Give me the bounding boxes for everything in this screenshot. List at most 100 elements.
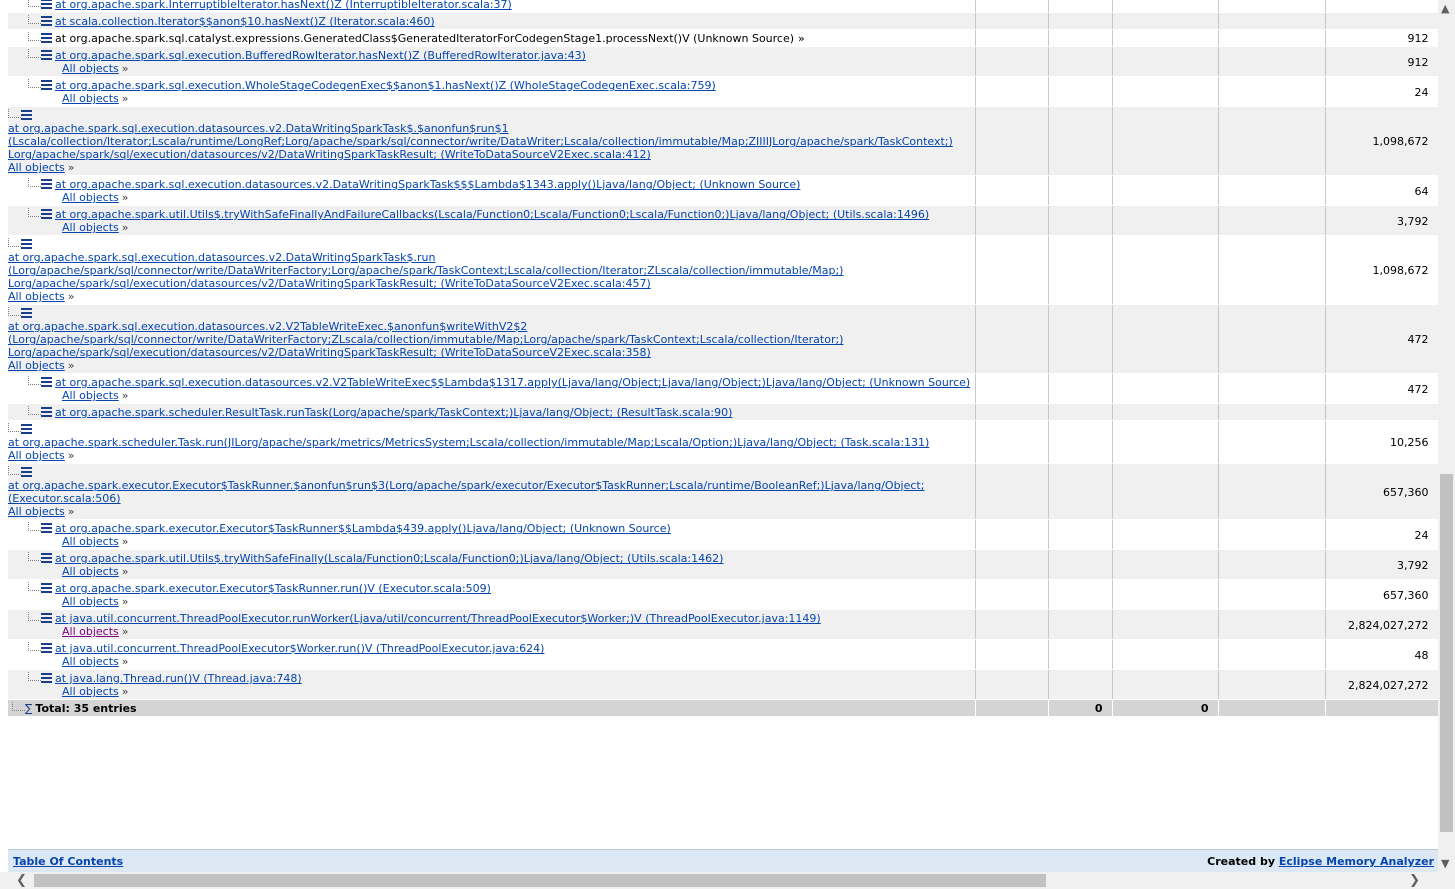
all-objects-link[interactable]: All objects <box>62 92 119 105</box>
stack-frame-link[interactable]: at java.lang.Thread.run()V (Thread.java:… <box>55 672 302 685</box>
stack-frame-link[interactable]: at java.util.concurrent.ThreadPoolExecut… <box>55 642 544 655</box>
all-objects-arrow[interactable]: » <box>68 505 75 518</box>
vertical-scroll-thumb[interactable] <box>1440 474 1453 832</box>
all-objects-arrow[interactable]: » <box>122 625 129 638</box>
stack-frame-link[interactable]: at org.apache.spark.sql.execution.dataso… <box>8 251 435 264</box>
all-objects-link[interactable]: All objects <box>62 62 119 75</box>
all-objects-arrow[interactable]: » <box>122 62 129 75</box>
stack-frame-icon[interactable] <box>21 424 32 434</box>
tree-branch <box>8 466 21 475</box>
retained-value-cell: 1,098,672 <box>1325 106 1438 176</box>
stack-frame-icon[interactable] <box>41 377 52 387</box>
stack-frame-icon[interactable] <box>41 16 52 26</box>
stack-frame-icon[interactable] <box>41 583 52 593</box>
stack-frame-link[interactable]: at org.apache.spark.sql.execution.dataso… <box>55 178 800 191</box>
scroll-right-icon[interactable]: ❯ <box>1409 873 1420 888</box>
scroll-left-icon[interactable]: ❮ <box>16 873 27 888</box>
all-objects-arrow[interactable]: » <box>122 565 129 578</box>
stack-frame-icon[interactable] <box>21 467 32 477</box>
stack-frame-link[interactable]: at org.apache.spark.sql.execution.WholeS… <box>55 79 716 92</box>
stack-frame-link[interactable]: at org.apache.spark.sql.execution.dataso… <box>55 376 970 389</box>
all-objects-link[interactable]: All objects <box>62 191 119 204</box>
all-objects-link[interactable]: All objects <box>62 625 119 638</box>
expand-arrow[interactable]: » <box>798 32 805 45</box>
all-objects-arrow[interactable]: » <box>122 655 129 668</box>
all-objects-arrow[interactable]: » <box>68 290 75 303</box>
frame-line: at org.apache.spark.sql.execution.dataso… <box>8 307 971 359</box>
scroll-up-icon[interactable]: ▲ <box>1441 2 1449 15</box>
all-objects-arrow[interactable]: » <box>122 191 129 204</box>
horizontal-scroll-thumb[interactable] <box>34 874 1046 887</box>
stack-frame-link[interactable]: at org.apache.spark.InterruptibleIterato… <box>55 0 512 11</box>
all-objects-link[interactable]: All objects <box>62 595 119 608</box>
stack-frame-link[interactable]: at org.apache.spark.sql.execution.dataso… <box>8 122 509 135</box>
all-objects-link[interactable]: All objects <box>8 505 65 518</box>
stack-frame-link[interactable]: at org.apache.spark.sql.execution.Buffer… <box>55 49 586 62</box>
stack-frame-link-cont[interactable]: (Executor.scala:506) <box>8 492 121 505</box>
table-row: at org.apache.spark.util.Utils$.tryWithS… <box>8 549 1438 580</box>
all-objects-arrow[interactable]: » <box>122 92 129 105</box>
stack-frame-icon[interactable] <box>41 80 52 90</box>
stack-frame-link[interactable]: at org.apache.spark.util.Utils$.tryWithS… <box>55 552 723 565</box>
stack-frame-link-cont[interactable]: (Lscala/collection/Iterator;Lscala/runti… <box>8 135 953 148</box>
stack-frame-link[interactable]: at org.apache.spark.executor.Executor$Ta… <box>8 479 924 492</box>
stack-frame-link[interactable]: at scala.collection.Iterator$$anon$10.ha… <box>55 15 435 28</box>
all-objects-arrow[interactable]: » <box>122 685 129 698</box>
stack-frame-link[interactable]: at org.apache.spark.sql.execution.dataso… <box>8 320 527 333</box>
horizontal-scrollbar[interactable]: ❮ ❯ <box>0 872 1438 889</box>
all-objects-arrow[interactable]: » <box>122 535 129 548</box>
scroll-down-icon[interactable]: ▼ <box>1441 857 1449 870</box>
stack-frame-icon[interactable] <box>41 613 52 623</box>
stack-frame-link[interactable]: at org.apache.spark.util.Utils$.tryWithS… <box>55 208 929 221</box>
all-objects-link[interactable]: All objects <box>8 449 65 462</box>
all-objects-arrow[interactable]: » <box>122 595 129 608</box>
all-objects-link[interactable]: All objects <box>62 221 119 234</box>
all-objects-link[interactable]: All objects <box>62 389 119 402</box>
stack-frame-link-cont[interactable]: Lorg/apache/spark/sql/execution/datasour… <box>8 346 651 359</box>
stack-frame-link[interactable]: at org.apache.spark.scheduler.Task.run(J… <box>8 436 929 449</box>
stack-frame-icon[interactable] <box>21 110 32 120</box>
all-objects: All objects» <box>8 161 971 174</box>
empty-cell <box>1048 235 1113 305</box>
all-objects-link[interactable]: All objects <box>62 655 119 668</box>
stack-frame-icon[interactable] <box>41 0 52 9</box>
stack-frame-icon[interactable] <box>41 523 52 533</box>
stack-frame-link[interactable]: at org.apache.spark.scheduler.ResultTask… <box>55 406 732 419</box>
stack-frame-link-cont[interactable]: Lorg/apache/spark/sql/execution/datasour… <box>8 277 651 290</box>
stack-frame-icon[interactable] <box>41 407 52 417</box>
stack-frame-link-cont[interactable]: (Lorg/apache/spark/sql/connector/write/D… <box>8 333 843 346</box>
empty-cell <box>1218 12 1326 30</box>
all-objects-link[interactable]: All objects <box>8 359 65 372</box>
all-objects-link[interactable]: All objects <box>62 565 119 578</box>
all-objects-arrow[interactable]: » <box>122 221 129 234</box>
all-objects-arrow[interactable]: » <box>68 449 75 462</box>
table-row: at org.apache.spark.scheduler.ResultTask… <box>8 403 1438 421</box>
stack-frame-icon[interactable] <box>41 50 52 60</box>
stack-frame-icon[interactable] <box>41 209 52 219</box>
stack-frame-icon[interactable] <box>41 179 52 189</box>
stack-frame-link-cont[interactable]: Lorg/apache/spark/sql/execution/datasour… <box>8 148 651 161</box>
stack-frame-icon[interactable] <box>41 33 52 43</box>
frame-cell: at org.apache.spark.util.Utils$.tryWithS… <box>8 205 976 236</box>
all-objects: All objects» <box>8 449 971 462</box>
stack-frame-icon[interactable] <box>41 553 52 563</box>
frame-line: at org.apache.spark.util.Utils$.tryWithS… <box>28 208 971 221</box>
stack-frame-link[interactable]: at org.apache.spark.executor.Executor$Ta… <box>55 582 491 595</box>
all-objects-arrow[interactable]: » <box>68 359 75 372</box>
all-objects-link[interactable]: All objects <box>62 685 119 698</box>
all-objects-link[interactable]: All objects <box>8 161 65 174</box>
all-objects-arrow[interactable]: » <box>68 161 75 174</box>
stack-frame-icon[interactable] <box>21 239 32 249</box>
all-objects-link[interactable]: All objects <box>62 535 119 548</box>
stack-frame-icon[interactable] <box>21 308 32 318</box>
all-objects-link[interactable]: All objects <box>8 290 65 303</box>
all-objects-arrow[interactable]: » <box>122 389 129 402</box>
stack-frame-link[interactable]: at java.util.concurrent.ThreadPoolExecut… <box>55 612 821 625</box>
stack-frame-link-cont[interactable]: (Lorg/apache/spark/sql/connector/write/D… <box>8 264 843 277</box>
stack-frame-link[interactable]: at org.apache.spark.executor.Executor$Ta… <box>55 522 671 535</box>
vertical-scrollbar[interactable]: ▲ ▼ <box>1438 0 1455 872</box>
table-of-contents-link[interactable]: Table Of Contents <box>13 855 123 868</box>
eclipse-memory-analyzer-link[interactable]: Eclipse Memory Analyzer <box>1279 855 1434 868</box>
stack-frame-icon[interactable] <box>41 673 52 683</box>
stack-frame-icon[interactable] <box>41 643 52 653</box>
